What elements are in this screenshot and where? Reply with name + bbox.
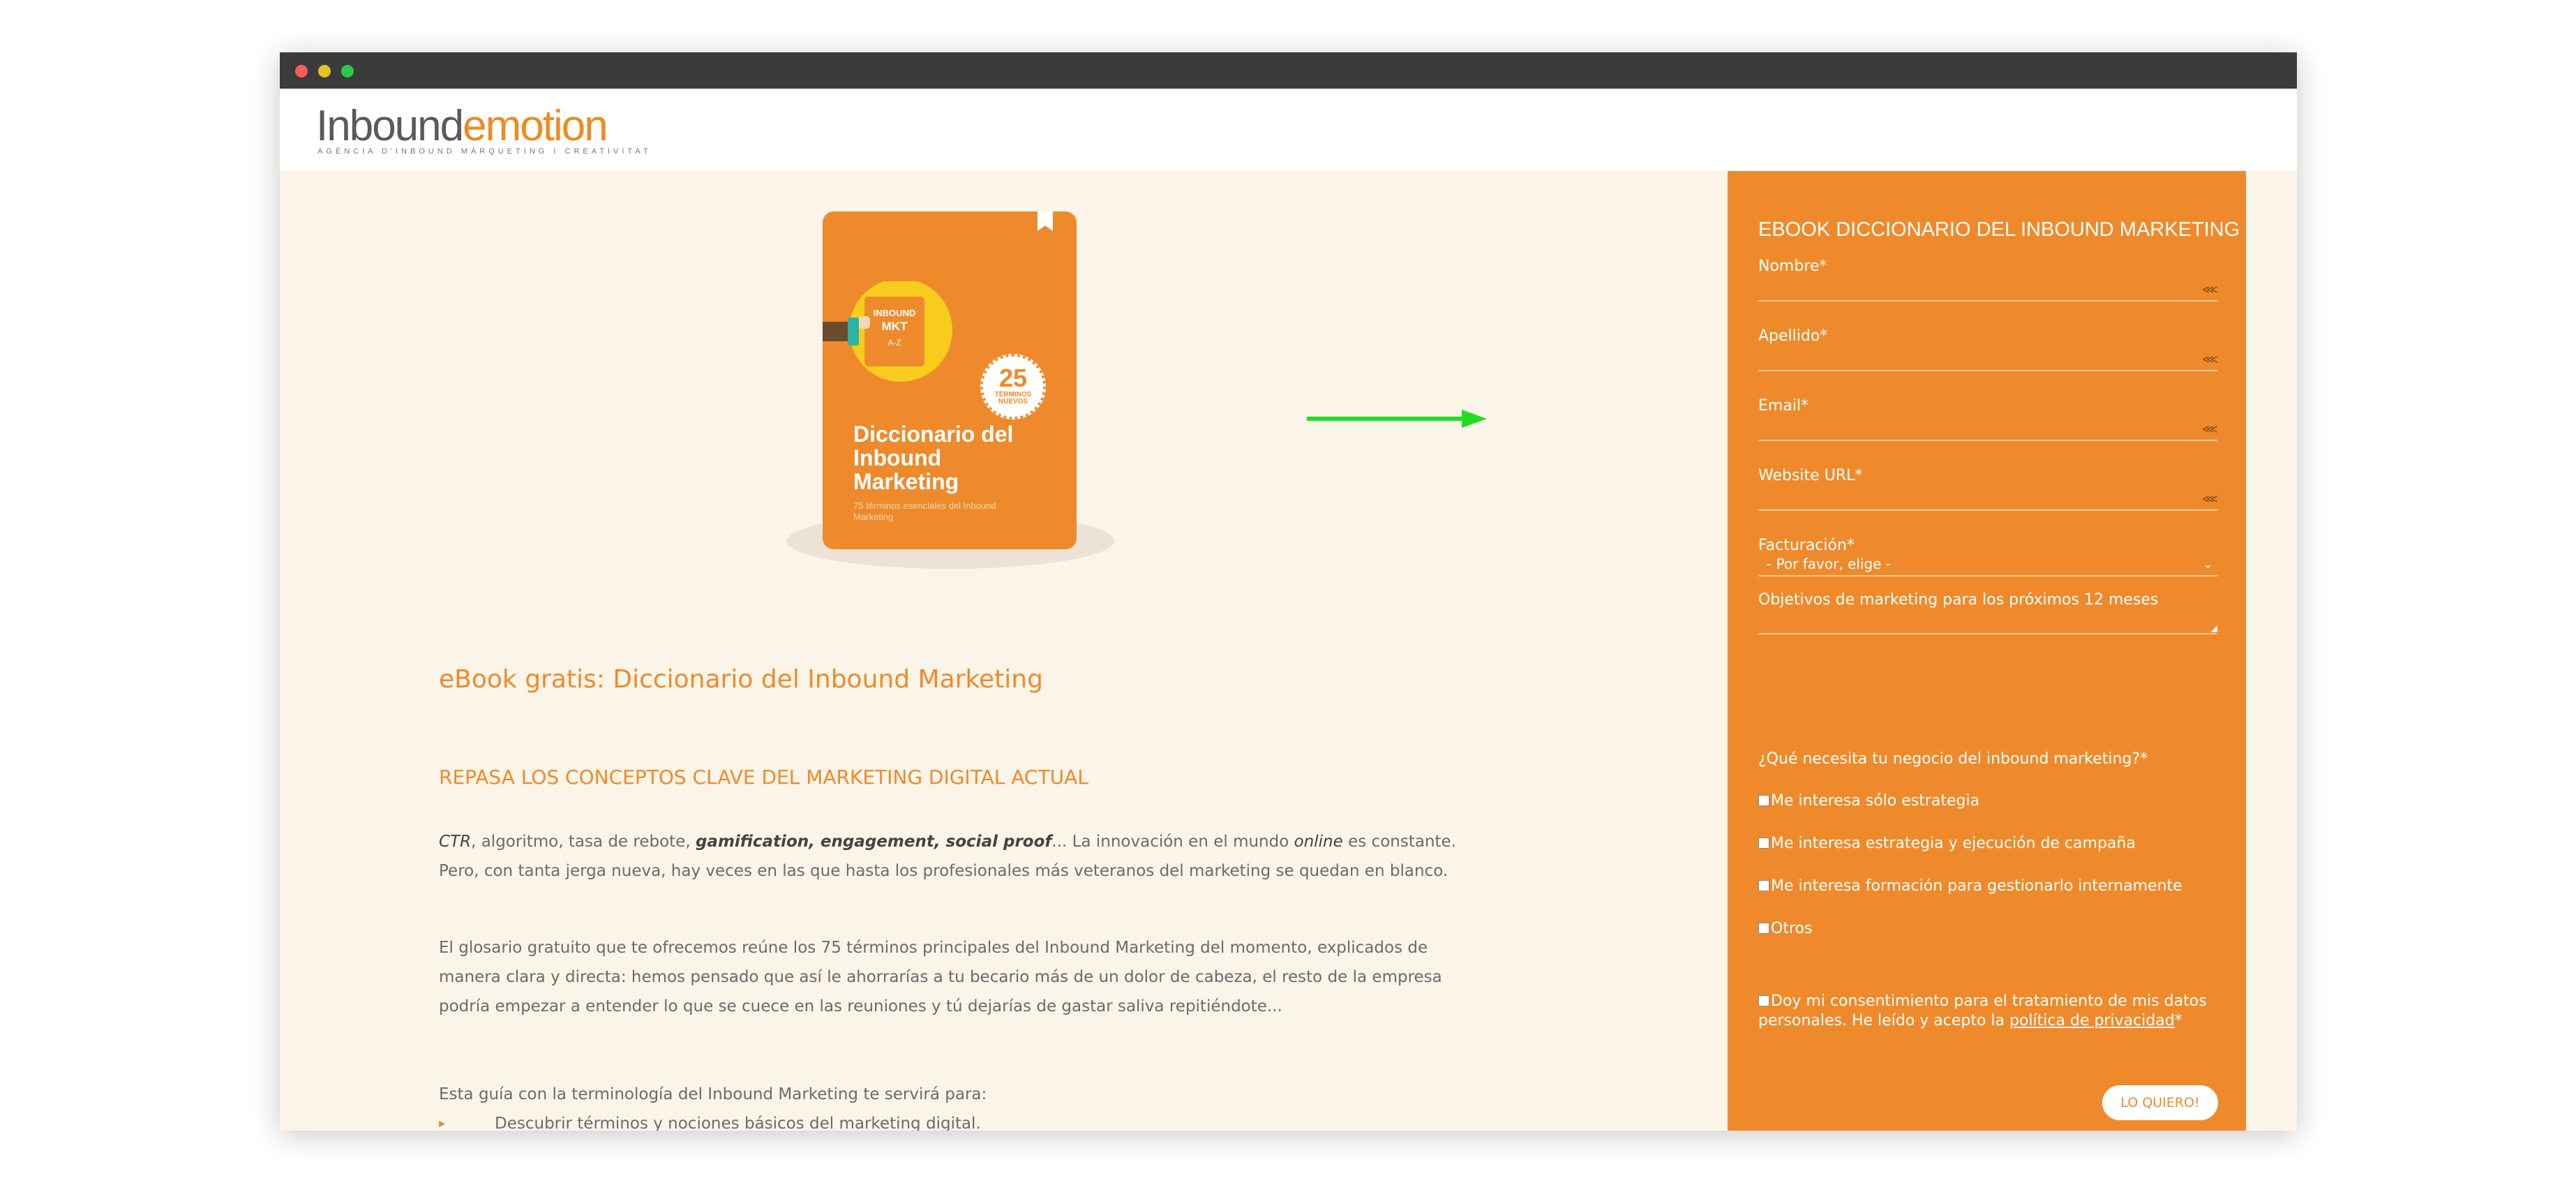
arrow-right-icon [1307,410,1487,428]
billing-label: Facturación* [1758,537,1855,554]
cuff [848,318,859,345]
close-window-icon[interactable] [295,65,308,77]
notebook-line1: INBOUND [874,308,916,318]
billing-select[interactable]: - Por favor, elige - ⌄ [1758,556,2217,576]
website-url-input[interactable]: ⋘ [1758,490,2218,511]
apellido-label: Apellido* [1758,327,1828,345]
form-title: EBOOK DICCIONARIO DEL INBOUND MARKETING [1758,218,2240,241]
download-form: EBOOK DICCIONARIO DEL INBOUND MARKETING … [1728,171,2246,1131]
bullet-icon: ▸ [439,1116,446,1131]
objectives-field: Objetivos de marketing para los próximos… [1758,590,2217,634]
badge-number: 25 [998,364,1028,392]
notebook-line2: MKT [882,320,908,333]
resize-handle-icon[interactable]: ◢ [2211,623,2217,633]
autofill-icon[interactable]: ⋘ [2202,283,2218,296]
autofill-icon[interactable]: ⋘ [2202,423,2218,436]
option-strategy-execution[interactable]: Me interesa estrategia y ejecución de ca… [1758,835,2233,852]
website-url-field: Website URL* ⋘ [1758,467,2218,511]
option-strategy-only[interactable]: Me interesa sólo estrategia [1758,792,2233,810]
guide-intro-paragraph: Esta guía con la terminología del Inboun… [439,1085,987,1103]
email-label: Email* [1758,397,1809,415]
page-title: eBook gratis: Diccionario del Inbound Ma… [439,665,1043,694]
glossary-paragraph: El glosario gratuito que te ofrecemos re… [439,939,1442,1015]
email-input[interactable]: ⋘ [1758,420,2218,441]
new-terms-badge: 25 TÉRMINOS NUEVOS [980,354,1046,419]
website-url-label: Website URL* [1758,467,1863,484]
billing-selected-value: - Por favor, elige - [1767,556,1892,572]
logo-tagline: AGÈNCIA D'INBOUND MÀRQUETING I CREATIVIT… [317,147,652,156]
book-cover-title: Diccionario del Inbound Marketing [853,422,1014,494]
privacy-policy-link[interactable]: política de privacidad [2009,1012,2175,1029]
notebook-line3: A-Z [888,338,901,348]
bookmark-icon [1038,211,1053,231]
option-other[interactable]: Otros [1758,920,2233,937]
browser-window: Inboundemotion AGÈNCIA D'INBOUND MÀRQUET… [280,52,2297,1131]
section-heading: REPASA LOS CONCEPTOS CLAVE DEL MARKETING… [439,766,1088,789]
checkbox[interactable] [1758,923,1769,934]
consent-checkbox[interactable] [1758,995,1769,1006]
apellido-input[interactable]: ⋘ [1758,350,2218,371]
apellido-field: Apellido* ⋘ [1758,327,2218,371]
site-header: Inboundemotion AGÈNCIA D'INBOUND MÀRQUET… [280,89,2297,171]
book-cover-subtitle: 75 términos esenciales del Inbound Marke… [853,500,996,522]
objectives-textarea[interactable]: Objetivos de marketing para los próximos… [1758,591,2217,634]
email-field: Email* ⋘ [1758,397,2218,441]
minimize-window-icon[interactable] [318,65,331,77]
maximize-window-icon[interactable] [341,65,354,77]
hand-notebook-illustration: INBOUND MKT A-Z [823,281,952,382]
chevron-down-icon: ⌄ [2202,557,2213,572]
intro-paragraph: CTR, algoritmo, tasa de rebote, gamifica… [439,833,1456,880]
logo-wordmark: Inboundemotion [316,102,608,150]
objectives-label: Objetivos de marketing para los próximos… [1758,591,2159,609]
billing-field: Facturación* - Por favor, elige - ⌄ [1758,537,2217,576]
option-training[interactable]: Me interesa formación para gestionarlo i… [1758,877,2233,895]
consent-checkbox-row[interactable]: Doy mi consentimiento para el tratamient… [1758,992,2219,1031]
badge-text: TÉRMINOS NUEVOS [994,391,1032,406]
nombre-field: Nombre* ⋘ [1758,258,2218,302]
brand-logo[interactable]: Inboundemotion AGÈNCIA D'INBOUND MÀRQUET… [316,104,679,160]
checkbox[interactable] [1758,838,1769,849]
autofill-icon[interactable]: ⋘ [2202,353,2218,366]
question-label: ¿Qué necesita tu negocio del inbound mar… [1758,750,2148,768]
thumb [859,316,870,329]
checkbox[interactable] [1758,795,1769,806]
autofill-icon[interactable]: ⋘ [2202,493,2218,505]
nombre-label: Nombre* [1758,258,1827,275]
nombre-input[interactable]: ⋘ [1758,281,2218,302]
checkbox[interactable] [1758,880,1769,891]
window-titlebar [280,52,2297,89]
ebook-cover: INBOUND MKT A-Z 25 TÉRMINOS NUEVOS Dicci… [823,211,1077,549]
submit-button[interactable]: LO QUIERO! [2102,1085,2218,1120]
